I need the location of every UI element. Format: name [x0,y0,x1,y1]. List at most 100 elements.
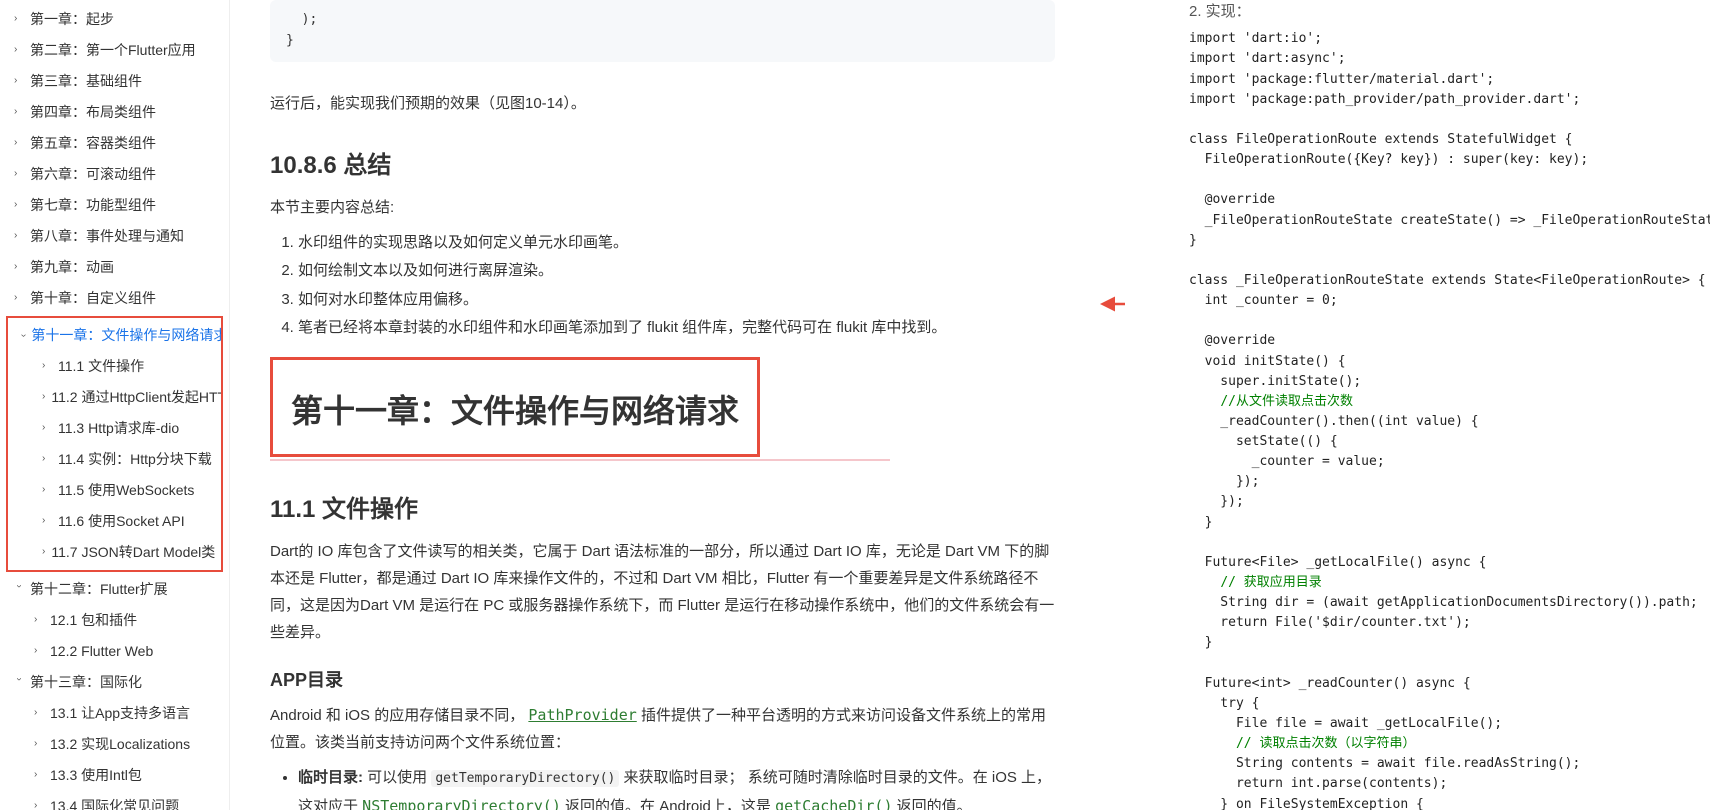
nav-subitem[interactable]: ›11.3 Http请求库-dio [8,413,221,444]
nav-chapter13[interactable]: › 第十三章：国际化 [0,667,229,698]
chevron-right-icon: › [34,612,44,627]
code-inline: getTemporaryDirectory() [431,770,619,787]
chevron-right-icon: › [14,11,24,26]
nav-label: 第十章：自定义组件 [30,288,156,309]
text: Android 和 iOS 的应用存储目录不同， [270,707,524,724]
nav-label: 11.3 Http请求库-dio [58,418,179,439]
nav-label: 第一章：起步 [30,9,114,30]
step-label: 2. 实现： [1189,0,1700,23]
nav-label: 第九章：动画 [30,257,114,278]
p-11-1: Dart的 IO 库包含了文件读写的相关类，它属于 Dart 语法标准的一部分，… [270,538,1055,646]
chevron-right-icon: › [14,259,24,274]
sidebar-nav: › 第一章：起步 › 第二章：第一个Flutter应用 ›第三章：基础组件 › 第四章：布局… [0,0,230,810]
chevron-right-icon: › [34,767,44,782]
nav-chapter12[interactable]: › 第十二章：Flutter扩展 [0,574,229,605]
list-item: 如何绘制文本以及如何进行离屏渲染。 [298,257,1055,286]
list-item: 临时目录: 可以使用 getTemporaryDirectory() 来获取临时… [298,764,1055,810]
p-app-dir: Android 和 iOS 的应用存储目录不同， PathProvider 插件… [270,702,1055,756]
nav-label: 第八章：事件处理与通知 [30,226,184,247]
nav-subitem[interactable]: › 11.4 实例：Http分块下载 [8,444,221,475]
nav-subitem[interactable]: › 11.1 文件操作 [8,351,221,382]
run-note: 运行后，能实现我们预期的效果（见图10-14）。 [270,90,1055,117]
text: 可以使用 [363,769,431,786]
nav-subitem[interactable]: › 11.2 通过HttpClient发起HTTP请求 [8,382,221,413]
nav-chapter8[interactable]: › 第八章：事件处理与通知 [0,221,229,252]
right-code-panel: 2. 实现： import 'dart:io'; import 'dart:as… [1125,0,1710,810]
nav-chapter3[interactable]: ›第三章：基础组件 [0,66,229,97]
nav-label: 第十三章：国际化 [30,672,142,693]
chevron-right-icon: › [14,104,24,119]
nav-label: 第十二章：Flutter扩展 [30,579,168,600]
nav-chapter6[interactable]: ›第六章：可滚动组件 [0,159,229,190]
heading-11-1: 11.1 文件操作 [270,489,1055,524]
chevron-right-icon: › [42,358,52,373]
nav-label: 12.2 Flutter Web [50,641,153,662]
chevron-down-icon: › [16,334,31,337]
heading-chapter11: 第十一章：文件操作与网络请求 [291,386,739,432]
nav-chapter2[interactable]: › 第二章：第一个Flutter应用 [0,35,229,66]
heading-app-dir: APP目录 [270,666,1055,692]
sidebar-highlight-chapter11: › 第十一章：文件操作与网络请求 › 11.1 文件操作 › 11.2 通过HttpC… [6,316,223,572]
nav-label: 11.7 JSON转Dart Model类 [51,542,215,563]
link-ns-temp[interactable]: NSTemporaryDirectory() [362,797,561,810]
nav-label: 第七章：功能型组件 [30,195,156,216]
chevron-right-icon: › [34,643,44,658]
summary-intro: 本节主要内容总结: [270,194,1055,221]
nav-label: 13.4 国际化常见问题 [50,796,179,810]
text-bold: 临时目录: [298,769,363,786]
nav-chapter1[interactable]: › 第一章：起步 [0,4,229,35]
chapter11-title-highlight: 第十一章：文件操作与网络请求 [270,357,760,457]
nav-subitem[interactable]: › 13.2 实现Localizations [0,729,229,760]
nav-label: 11.5 使用WebSockets [58,480,194,501]
chevron-right-icon: › [14,166,24,181]
nav-label: 13.2 实现Localizations [50,734,190,755]
app-dir-list: 临时目录: 可以使用 getTemporaryDirectory() 来获取临时… [270,764,1055,810]
nav-label: 13.3 使用Intl包 [50,765,142,786]
nav-label: 第二章：第一个Flutter应用 [30,40,196,61]
nav-chapter4[interactable]: › 第四章：布局类组件 [0,97,229,128]
chevron-right-icon: › [42,482,52,497]
nav-chapter10[interactable]: › 第十章：自定义组件 [0,283,229,314]
text: 返回的值。在 Android上，这是 [561,798,775,810]
list-item: 笔者已经将本章封装的水印组件和水印画笔添加到了 flukit 组件库，完整代码可… [298,314,1055,343]
main-content: ); } 运行后，能实现我们预期的效果（见图10-14）。 10.8.6 总结 … [230,0,1125,810]
nav-subitem[interactable]: › 12.2 Flutter Web [0,636,229,667]
nav-label: 第五章：容器类组件 [30,133,156,154]
nav-subitem[interactable]: › 13.1 让App支持多语言 [0,698,229,729]
nav-label: 11.4 实例：Http分块下载 [58,449,212,470]
chevron-right-icon: › [14,135,24,150]
nav-label: 13.1 让App支持多语言 [50,703,190,724]
nav-subitem[interactable]: › 11.6 使用Socket API [8,506,221,537]
chevron-right-icon: › [42,451,52,466]
annotation-arrow-icon [1100,284,1125,324]
nav-chapter11[interactable]: › 第十一章：文件操作与网络请求 [8,320,221,351]
nav-subitem[interactable]: ›12.1 包和插件 [0,605,229,636]
chevron-right-icon: › [34,705,44,720]
nav-chapter7[interactable]: ›第七章：功能型组件 [0,190,229,221]
chevron-right-icon: › [14,290,24,305]
nav-label: 第四章：布局类组件 [30,102,156,123]
nav-subitem[interactable]: › 13.4 国际化常见问题 [0,791,229,810]
chevron-right-icon: › [42,389,45,404]
nav-label: 11.2 通过HttpClient发起HTTP请求 [51,387,221,408]
heading-10-8-6: 10.8.6 总结 [270,145,1055,180]
link-getcachedir[interactable]: getCacheDir() [775,797,892,810]
chevron-right-icon: › [14,228,24,243]
chevron-right-icon: › [14,42,24,57]
chevron-right-icon: › [42,513,52,528]
link-pathprovider[interactable]: PathProvider [528,706,636,724]
nav-subitem[interactable]: › 13.3 使用Intl包 [0,760,229,791]
code-tail: ); } [270,0,1055,62]
nav-chapter9[interactable]: › 第九章：动画 [0,252,229,283]
text: 返回的值。 [892,798,971,810]
chevron-right-icon: › [34,798,44,810]
chevron-right-icon: › [42,544,45,559]
chevron-right-icon: › [14,73,24,88]
chevron-right-icon: › [34,736,44,751]
nav-subitem[interactable]: › 11.7 JSON转Dart Model类 [8,537,221,568]
nav-label: 11.1 文件操作 [58,356,144,377]
nav-label: 11.6 使用Socket API [58,511,185,532]
nav-subitem[interactable]: › 11.5 使用WebSockets [8,475,221,506]
nav-chapter5[interactable]: › 第五章：容器类组件 [0,128,229,159]
code-example: import 'dart:io'; import 'dart:async'; i… [1189,29,1700,810]
